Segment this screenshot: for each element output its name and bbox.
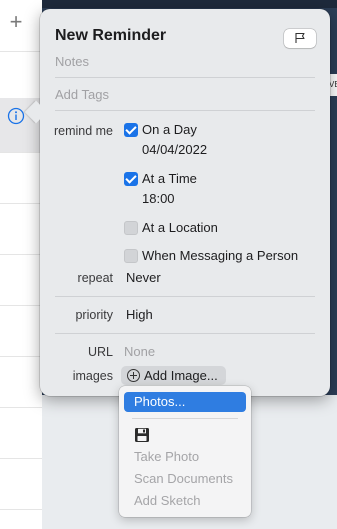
menu-item-photos[interactable]: Photos...: [124, 392, 246, 412]
on-a-day-checkbox[interactable]: [124, 123, 138, 137]
priority-select[interactable]: High: [126, 307, 153, 322]
flag-button[interactable]: [284, 29, 316, 48]
divider: [55, 296, 315, 297]
at-a-time-checkbox[interactable]: [124, 172, 138, 186]
add-image-button[interactable]: Add Image...: [121, 366, 226, 385]
tags-field[interactable]: Add Tags: [55, 87, 109, 102]
url-field[interactable]: None: [124, 344, 155, 359]
reminders-list-pane: [0, 0, 42, 529]
list-row-divider: [0, 203, 42, 204]
list-row-divider: [0, 254, 42, 255]
background-window-top: [42, 0, 337, 8]
list-row-divider: [0, 305, 42, 306]
floppy-disk-icon: [135, 428, 149, 442]
at-a-time-label[interactable]: At a Time: [142, 171, 197, 186]
plus-circle-icon: [127, 369, 140, 382]
images-label: images: [72, 369, 113, 383]
notes-field[interactable]: Notes: [55, 54, 89, 69]
list-row-divider: [0, 356, 42, 357]
menu-divider: [132, 418, 238, 419]
on-a-day-label[interactable]: On a Day: [142, 122, 197, 137]
at-a-location-checkbox[interactable]: [124, 221, 138, 235]
flag-icon: [295, 32, 305, 43]
menu-item-add-sketch: Add Sketch: [134, 493, 201, 508]
list-row-divider: [0, 51, 42, 52]
reminder-title[interactable]: New Reminder: [55, 27, 166, 45]
divider: [55, 77, 315, 78]
add-image-label: Add Image...: [144, 368, 218, 383]
list-row-divider: [0, 152, 42, 153]
background-peek-text: VE: [329, 74, 337, 96]
time-field[interactable]: 18:00: [142, 191, 175, 206]
menu-item-scan-documents: Scan Documents: [134, 471, 233, 486]
menu-item-take-photo: Take Photo: [134, 449, 200, 464]
url-label: URL: [87, 345, 113, 359]
when-messaging-checkbox[interactable]: [124, 249, 138, 263]
divider: [55, 110, 315, 111]
menu-item-photos-label: Photos...: [134, 394, 186, 409]
divider: [55, 333, 315, 334]
date-field[interactable]: 04/04/2022: [142, 142, 207, 157]
when-messaging-label[interactable]: When Messaging a Person: [142, 248, 298, 263]
repeat-label: repeat: [77, 271, 113, 285]
priority-label: priority: [75, 308, 113, 322]
repeat-select[interactable]: Never: [126, 270, 161, 285]
list-row-divider: [0, 458, 42, 459]
at-a-location-label[interactable]: At a Location: [142, 220, 218, 235]
list-row-divider: [0, 509, 42, 510]
add-reminder-plus-icon[interactable]: +: [6, 10, 26, 34]
list-row-divider: [0, 407, 42, 408]
remind-me-label: remind me: [53, 124, 113, 138]
info-icon[interactable]: [7, 107, 25, 125]
